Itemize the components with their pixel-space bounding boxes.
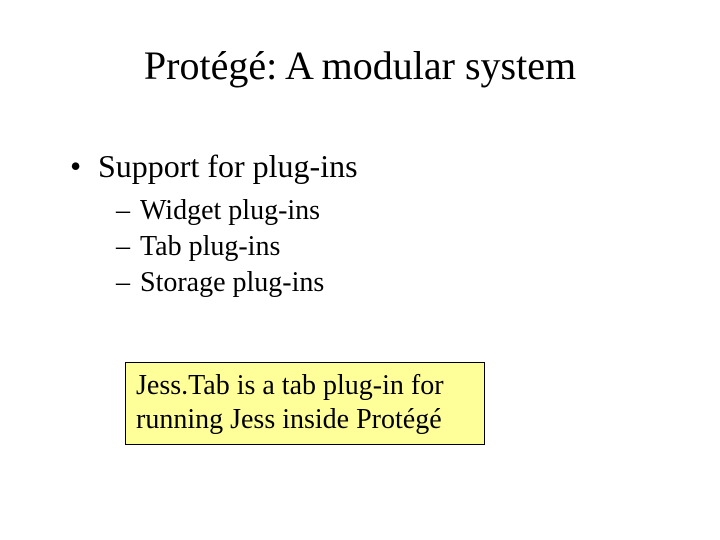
slide-title: Protégé: A modular system — [0, 42, 720, 89]
bullet-text: Support for plug-ins — [98, 148, 650, 185]
callout-box: Jess.Tab is a tab plug-in for running Je… — [125, 362, 485, 445]
bullet-level2: – Widget plug-ins — [116, 195, 650, 227]
slide: Protégé: A modular system • Support for … — [0, 0, 720, 540]
slide-body: • Support for plug-ins – Widget plug-ins… — [70, 148, 650, 303]
dash-marker: – — [116, 231, 140, 263]
bullet-marker: • — [70, 148, 98, 185]
bullet-level1: • Support for plug-ins — [70, 148, 650, 185]
bullet-text: Storage plug-ins — [140, 267, 650, 299]
dash-marker: – — [116, 195, 140, 227]
bullet-text: Tab plug-ins — [140, 231, 650, 263]
dash-marker: – — [116, 267, 140, 299]
bullet-level2: – Storage plug-ins — [116, 267, 650, 299]
bullet-text: Widget plug-ins — [140, 195, 650, 227]
bullet-level2-group: – Widget plug-ins – Tab plug-ins – Stora… — [116, 195, 650, 299]
bullet-level2: – Tab plug-ins — [116, 231, 650, 263]
